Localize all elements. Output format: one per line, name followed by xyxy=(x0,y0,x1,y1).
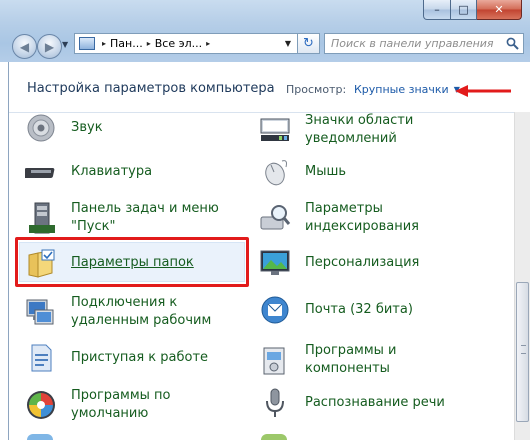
getting-started-icon xyxy=(25,342,57,374)
item-label: Мышь xyxy=(305,164,347,179)
item-mail-32bit[interactable]: Почта (32 бита) xyxy=(259,294,413,326)
search-icon[interactable] xyxy=(504,36,520,52)
control-panel-icon xyxy=(79,37,95,50)
scrollbar-thumb[interactable] xyxy=(516,282,529,422)
item-label: Программы по умолчанию xyxy=(71,388,171,421)
item-label: Подключения к удаленным рабочим xyxy=(71,295,212,328)
breadcrumb-separator[interactable]: ▸ xyxy=(147,39,151,48)
scrollbar-grip xyxy=(521,345,526,354)
mail-icon xyxy=(259,294,291,326)
item-label: Приступая к работе xyxy=(71,350,209,365)
item-notification-area-icons[interactable]: Значки области уведомлений xyxy=(259,112,413,148)
item-getting-started[interactable]: Приступая к работе xyxy=(25,342,208,374)
maximize-button[interactable]: □ xyxy=(451,0,477,20)
item-label: Параметры индексирования xyxy=(305,201,419,234)
item-indexing-options[interactable]: Параметры индексирования xyxy=(259,200,419,236)
breadcrumb-item[interactable]: Пан... xyxy=(110,37,143,50)
item-label: Панель задач и меню "Пуск" xyxy=(71,201,219,234)
recent-pages-dropdown[interactable]: ▼ xyxy=(62,40,68,49)
item-speech-recognition[interactable]: Распознавание речи xyxy=(259,387,445,419)
next-item-icon xyxy=(261,434,287,440)
item-personalization[interactable]: Персонализация xyxy=(259,247,419,279)
close-button[interactable]: ✕ xyxy=(477,0,522,20)
microphone-icon xyxy=(259,387,291,419)
item-label: Параметры папок xyxy=(71,255,194,270)
view-mode-value: Крупные значки xyxy=(354,83,449,96)
vertical-scrollbar[interactable] xyxy=(514,112,530,440)
content-header: Настройка параметров компьютера Просмотр… xyxy=(9,62,523,113)
mouse-icon xyxy=(259,156,291,188)
item-default-programs[interactable]: Программы по умолчанию xyxy=(25,387,171,423)
item-label: Персонализация xyxy=(305,255,420,270)
personalization-icon xyxy=(259,247,291,279)
forward-button[interactable]: ▶ xyxy=(37,34,62,59)
indexing-icon xyxy=(259,202,291,234)
item-label: Распознавание речи xyxy=(305,395,445,410)
back-button[interactable]: ◀ xyxy=(12,34,37,59)
breadcrumb-separator[interactable]: ▸ xyxy=(102,39,106,48)
view-label: Просмотр: xyxy=(286,83,347,96)
refresh-button[interactable]: ↻ xyxy=(298,33,320,54)
speaker-icon xyxy=(25,112,57,144)
next-item-icon xyxy=(27,434,53,440)
forward-arrow-icon: ▶ xyxy=(44,39,55,54)
search-placeholder: Поиск в панели управления xyxy=(331,37,494,50)
default-programs-icon xyxy=(25,389,57,421)
content-pane: Настройка параметров компьютера Просмотр… xyxy=(8,62,530,440)
search-input[interactable]: Поиск в панели управления xyxy=(324,33,524,54)
red-arrow-annotation xyxy=(455,85,511,97)
item-keyboard[interactable]: Клавиатура xyxy=(25,156,152,188)
notification-area-icon xyxy=(259,114,291,146)
view-mode-dropdown[interactable]: Крупные значки ▼ xyxy=(354,83,460,96)
item-taskbar-start-menu[interactable]: Панель задач и меню "Пуск" xyxy=(25,200,219,236)
item-label: Почта (32 бита) xyxy=(305,302,413,317)
page-title: Настройка параметров компьютера xyxy=(27,81,275,96)
programs-features-icon xyxy=(259,344,291,376)
minimize-button[interactable]: – xyxy=(423,0,451,20)
folder-options-icon xyxy=(25,247,57,279)
window-frame: – □ ✕ ◀ ▶ ▼ ▸ Пан... ▸ Все эл... ▸ ▼ ↻ П… xyxy=(0,0,530,62)
item-folder-options[interactable]: Параметры папок xyxy=(25,247,194,279)
item-label: Значки области уведомлений xyxy=(305,113,414,146)
item-sound[interactable]: Звук xyxy=(25,112,103,144)
remote-desktop-icon xyxy=(25,296,57,328)
breadcrumb-item[interactable]: Все эл... xyxy=(155,37,202,50)
item-mouse[interactable]: Мышь xyxy=(259,156,346,188)
item-remote-desktop[interactable]: Подключения к удаленным рабочим xyxy=(25,294,211,330)
taskbar-icon xyxy=(25,202,57,234)
keyboard-icon xyxy=(25,156,57,188)
address-dropdown-button[interactable]: ▼ xyxy=(279,39,297,48)
item-label: Клавиатура xyxy=(71,164,153,179)
control-panel-window: – □ ✕ ◀ ▶ ▼ ▸ Пан... ▸ Все эл... ▸ ▼ ↻ П… xyxy=(0,0,530,440)
item-programs-and-features[interactable]: Программы и компоненты xyxy=(259,342,397,378)
item-label: Программы и компоненты xyxy=(305,343,397,376)
back-arrow-icon: ◀ xyxy=(19,39,30,54)
caption-buttons: – □ ✕ xyxy=(423,0,522,20)
refresh-icon: ↻ xyxy=(303,36,314,51)
address-bar[interactable]: ▸ Пан... ▸ Все эл... ▸ ▼ xyxy=(74,33,298,54)
item-label: Звук xyxy=(71,120,103,135)
breadcrumb-separator[interactable]: ▸ xyxy=(206,39,210,48)
